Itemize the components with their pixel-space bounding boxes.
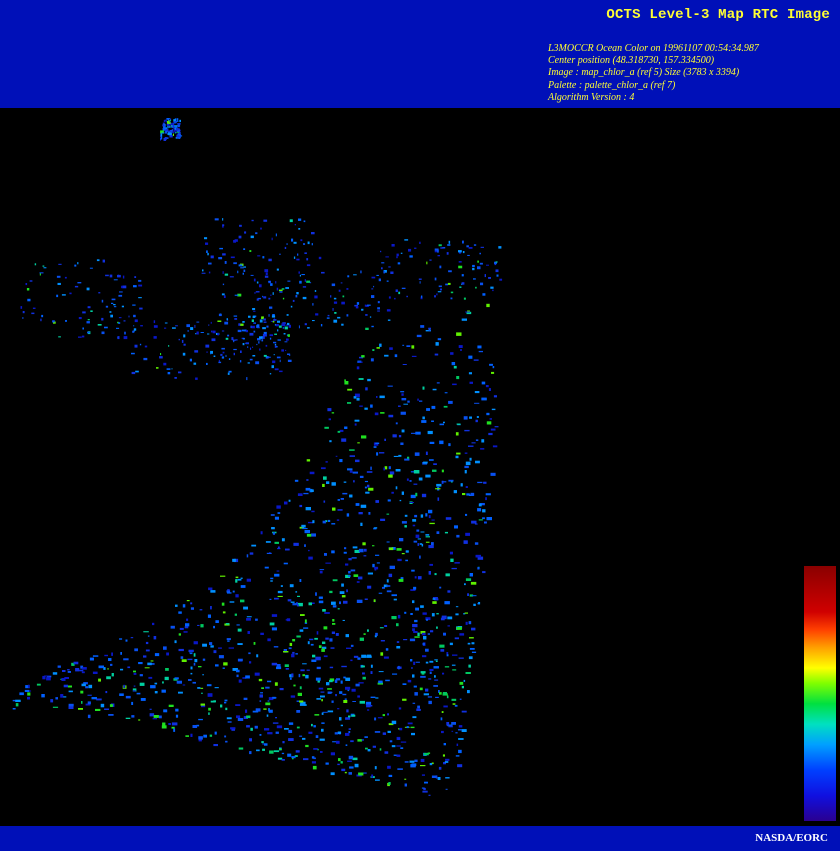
image-title: OCTS Level-3 Map RTC Image	[606, 7, 830, 23]
header-bar: OCTS Level-3 Map RTC Image L3MOCCR Ocean…	[0, 0, 840, 108]
chlorophyll-map	[0, 108, 840, 826]
chlorophyll-map-image	[12, 118, 503, 796]
metadata-block: L3MOCCR Ocean Color on 19961107 00:54:34…	[548, 43, 759, 104]
meta-line-algorithm: Algorithm Version : 4	[548, 91, 635, 103]
meta-line-center: Center position (48.318730, 157.334500)	[548, 55, 715, 67]
meta-line-product: L3MOCCR Ocean Color on 19961107 00:54:34…	[548, 43, 759, 54]
meta-line-image: Image : map_chlor_a (ref 5) Size (3783 x…	[548, 67, 740, 79]
credit-label: NASDA/EORC	[755, 832, 828, 844]
meta-line-palette: Palette : palette_chlor_a (ref 7)	[548, 79, 676, 91]
palette-color-bar	[804, 566, 836, 821]
chlorophyll-speckles	[12, 118, 503, 796]
footer-bar: NASDA/EORC	[0, 826, 840, 851]
